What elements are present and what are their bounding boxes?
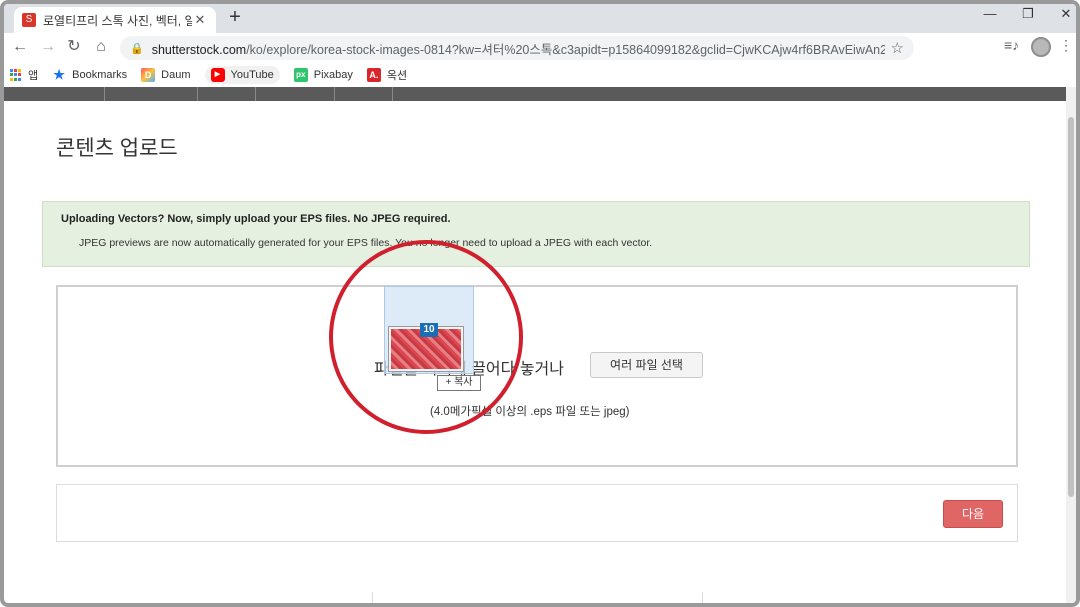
bottom-info-columns <box>42 592 1030 603</box>
bookmarks-bar: 앱 ★ Bookmarks D Daum ▶ YouTube px Pixaba… <box>4 63 1076 87</box>
tab-close-icon[interactable]: ✕ <box>192 12 208 28</box>
forward-arrow-icon[interactable]: → <box>38 37 58 57</box>
bookmark-bookmarks[interactable]: ★ Bookmarks <box>52 68 127 82</box>
reload-icon[interactable]: ↻ <box>64 37 84 57</box>
select-files-button[interactable]: 여러 파일 선택 <box>590 352 703 378</box>
menu-kebab-icon[interactable]: ⋮ <box>1059 37 1073 54</box>
browser-window: S 로열티프리 스톡 사진, 벡터, 일러 ✕ + — ❐ ✕ ← → ↻ ⌂ … <box>0 0 1080 607</box>
dragged-file-count-badge: 10 <box>420 323 438 337</box>
file-requirements-text: (4.0메가픽셀 이상의 .eps 파일 또는 jpeg) <box>430 406 630 418</box>
page-title: 콘텐츠 업로드 <box>56 137 178 160</box>
close-window-icon[interactable]: ✕ <box>1046 6 1076 22</box>
tab-strip: S 로열티프리 스톡 사진, 벡터, 일러 ✕ + — ❐ ✕ <box>4 4 1076 33</box>
tab-title: 로열티프리 스톡 사진, 벡터, 일러 <box>43 13 192 28</box>
page-scrollbar[interactable] <box>1066 87 1076 603</box>
daum-icon: D <box>141 68 156 82</box>
media-playlist-icon[interactable]: ≡♪ <box>1004 37 1019 53</box>
site-nav-bar <box>4 87 1070 101</box>
bookmark-pixabay[interactable]: px Pixabay <box>293 68 353 82</box>
shutterstock-favicon-icon: S <box>22 13 36 27</box>
new-tab-plus-icon[interactable]: + <box>224 7 246 29</box>
notice-body: JPEG previews are now automatically gene… <box>79 237 653 249</box>
browser-tab[interactable]: S 로열티프리 스톡 사진, 벡터, 일러 ✕ <box>14 7 216 33</box>
drag-ghost-preview: 10 <box>384 286 474 374</box>
bookmark-apps[interactable]: 앱 <box>10 67 38 83</box>
bookmark-youtube[interactable]: ▶ YouTube <box>204 66 280 84</box>
minimize-icon[interactable]: — <box>970 6 1010 21</box>
file-drop-zone[interactable]: 파일을 여기에 끌어다 놓거나 여러 파일 선택 (4.0메가픽셀 이상의 .e… <box>56 285 1018 467</box>
bookmark-daum[interactable]: D Daum <box>141 68 191 82</box>
profile-avatar[interactable] <box>1031 37 1051 57</box>
pixabay-icon: px <box>293 68 308 82</box>
restore-icon[interactable]: ❐ <box>1008 6 1048 22</box>
address-bar[interactable]: 🔒 shutterstock.com/ko/explore/korea-stoc… <box>120 36 914 60</box>
notice-heading: Uploading Vectors? Now, simply upload yo… <box>61 213 451 225</box>
browser-toolbar: ← → ↻ ⌂ 🔒 shutterstock.com/ko/explore/ko… <box>4 33 1076 63</box>
upload-footer-panel: 다음 <box>56 484 1018 542</box>
lock-icon: 🔒 <box>130 42 144 55</box>
bookmark-auction[interactable]: A. 옥션 <box>366 67 407 83</box>
vector-upload-notice: Uploading Vectors? Now, simply upload yo… <box>42 201 1030 267</box>
url-text: shutterstock.com/ko/explore/korea-stock-… <box>151 42 885 57</box>
back-arrow-icon[interactable]: ← <box>10 37 30 57</box>
apps-grid-icon <box>10 69 22 81</box>
bookmark-star-icon[interactable]: ☆ <box>891 39 904 57</box>
copy-cursor-badge: + 복사 <box>437 375 481 391</box>
star-icon: ★ <box>53 67 65 82</box>
scrollbar-thumb[interactable] <box>1068 117 1074 497</box>
youtube-icon: ▶ <box>210 68 225 82</box>
auction-icon: A. <box>366 68 381 82</box>
home-icon[interactable]: ⌂ <box>91 37 111 57</box>
next-button[interactable]: 다음 <box>943 500 1003 528</box>
